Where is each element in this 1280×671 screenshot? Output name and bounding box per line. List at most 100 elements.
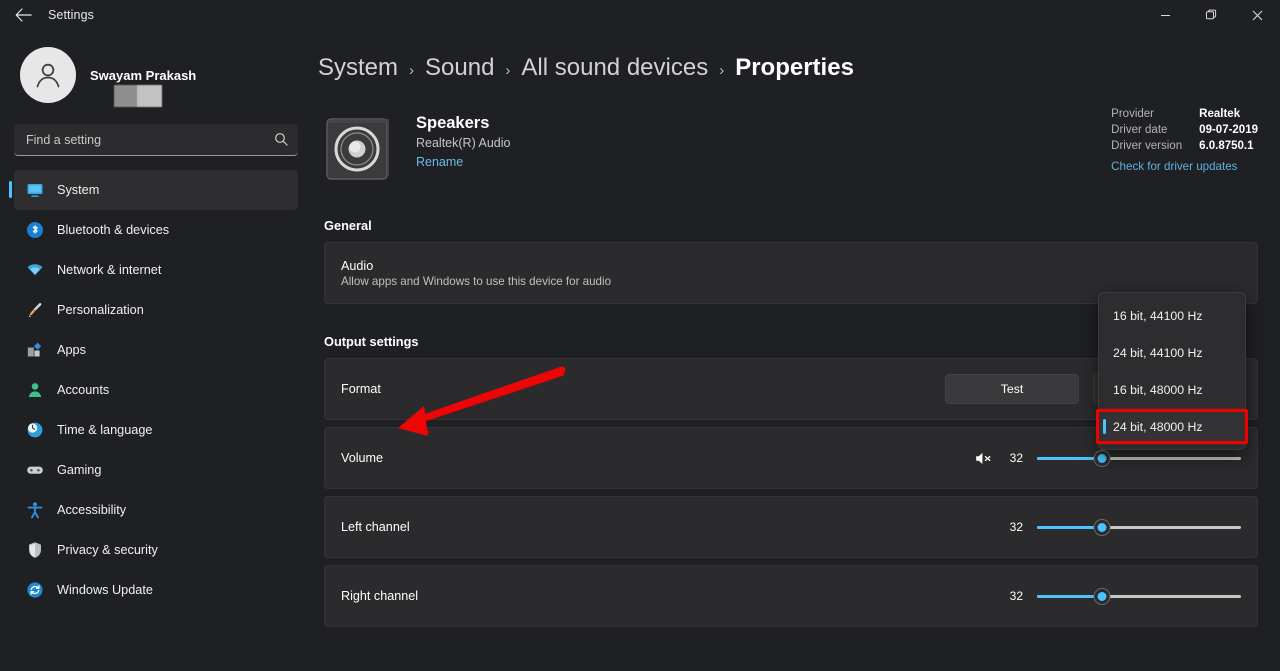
breadcrumb-item-all-sound-devices[interactable]: All sound devices xyxy=(521,54,708,82)
breadcrumb: System › Sound › All sound devices › Pro… xyxy=(318,30,1258,82)
general-section-heading: General xyxy=(324,218,372,233)
sidebar-item-apps[interactable]: Apps xyxy=(14,330,298,370)
sidebar-item-system[interactable]: System xyxy=(9,170,298,210)
format-option-3[interactable]: 24 bit, 48000 Hz xyxy=(1099,408,1245,445)
slider-thumb[interactable] xyxy=(1094,450,1110,466)
left-channel-value: 32 xyxy=(1009,520,1023,534)
system-monitor-icon xyxy=(25,181,44,200)
driver-provider-value: Realtek xyxy=(1199,108,1241,120)
slider-thumb[interactable] xyxy=(1094,588,1110,604)
left-channel-label: Left channel xyxy=(341,520,410,534)
driver-version-value: 6.0.8750.1 xyxy=(1199,140,1254,152)
device-subtitle: Realtek(R) Audio xyxy=(416,136,511,150)
window-title: Settings xyxy=(48,8,94,22)
slider-thumb[interactable] xyxy=(1094,519,1110,535)
sidebar-item-time-language[interactable]: Time & language xyxy=(14,410,298,450)
accessibility-person-icon xyxy=(25,501,44,520)
sidebar: Swayam Prakash Find a setting System Blu… xyxy=(0,30,312,671)
right-channel-value: 32 xyxy=(1009,589,1023,603)
search-container xyxy=(14,124,298,156)
check-driver-updates-link[interactable]: Check for driver updates xyxy=(1111,160,1258,173)
app-shell: Swayam Prakash Find a setting System Blu… xyxy=(0,30,1280,671)
slider-fill xyxy=(1037,525,1103,529)
sidebar-item-label: Privacy & security xyxy=(57,543,158,557)
breadcrumb-item-system[interactable]: System xyxy=(318,54,398,82)
sidebar-item-accounts[interactable]: Accounts xyxy=(14,370,298,410)
format-option-1[interactable]: 24 bit, 44100 Hz xyxy=(1099,334,1245,371)
sidebar-item-label: Apps xyxy=(57,343,86,357)
driver-version-label: Driver version xyxy=(1111,140,1183,152)
speaker-device-icon xyxy=(318,108,398,188)
driver-provider-row: Provider Realtek xyxy=(1111,108,1258,120)
right-channel-slider[interactable] xyxy=(1037,587,1241,605)
format-option-0[interactable]: 16 bit, 44100 Hz xyxy=(1099,297,1245,334)
left-channel-card: Left channel 32 xyxy=(324,496,1258,558)
left-channel-slider[interactable] xyxy=(1037,518,1241,536)
slider-fill xyxy=(1037,594,1103,598)
search-input[interactable] xyxy=(14,124,298,156)
volume-value: 32 xyxy=(1009,451,1023,465)
bluetooth-icon xyxy=(25,221,44,240)
driver-provider-label: Provider xyxy=(1111,108,1154,120)
search-icon[interactable] xyxy=(274,132,288,148)
device-header: Speakers Realtek(R) Audio Rename Provide… xyxy=(318,82,1258,188)
chevron-right-icon: › xyxy=(719,62,725,79)
sidebar-item-windows-update[interactable]: Windows Update xyxy=(14,570,298,610)
chevron-right-icon: › xyxy=(505,62,511,79)
shield-icon xyxy=(25,541,44,560)
title-bar: Settings xyxy=(0,0,1280,30)
right-channel-label: Right channel xyxy=(341,589,419,603)
account-person-icon xyxy=(25,381,44,400)
rename-link[interactable]: Rename xyxy=(416,155,511,169)
breadcrumb-item-properties: Properties xyxy=(735,54,854,81)
format-option-2[interactable]: 16 bit, 48000 Hz xyxy=(1099,371,1245,408)
format-label: Format xyxy=(341,382,381,396)
driver-date-label: Driver date xyxy=(1111,124,1168,136)
volume-slider[interactable] xyxy=(1037,449,1241,467)
sidebar-item-label: Personalization xyxy=(57,303,144,317)
close-button[interactable] xyxy=(1234,0,1280,30)
sidebar-item-label: Network & internet xyxy=(57,263,162,277)
back-arrow-icon[interactable] xyxy=(6,2,40,28)
apps-icon xyxy=(25,341,44,360)
redacted-email-badge xyxy=(114,84,162,107)
sidebar-item-label: Accessibility xyxy=(57,503,127,517)
window-controls xyxy=(1142,0,1280,30)
sidebar-item-personalization[interactable]: Personalization xyxy=(14,290,298,330)
sidebar-item-label: Bluetooth & devices xyxy=(57,223,170,237)
sidebar-item-network-internet[interactable]: Network & internet xyxy=(14,250,298,290)
sidebar-item-accessibility[interactable]: Accessibility xyxy=(14,490,298,530)
driver-info-panel: Provider Realtek Driver date 09-07-2019 … xyxy=(1111,108,1258,173)
sidebar-nav: System Bluetooth & devices Network & int… xyxy=(9,170,298,610)
sidebar-item-bluetooth-devices[interactable]: Bluetooth & devices xyxy=(14,210,298,250)
sidebar-item-label: Gaming xyxy=(57,463,102,477)
speaker-muted-icon[interactable] xyxy=(975,451,992,466)
volume-label: Volume xyxy=(341,451,384,465)
user-profile[interactable]: Swayam Prakash xyxy=(14,30,298,116)
test-button[interactable]: Test xyxy=(945,374,1079,404)
update-refresh-icon xyxy=(25,581,44,600)
user-avatar-icon xyxy=(20,47,76,103)
minimize-button[interactable] xyxy=(1142,0,1188,30)
driver-version-row: Driver version 6.0.8750.1 xyxy=(1111,140,1258,152)
sidebar-item-label: Windows Update xyxy=(57,583,153,597)
sidebar-item-privacy-security[interactable]: Privacy & security xyxy=(14,530,298,570)
driver-date-value: 09-07-2019 xyxy=(1199,124,1258,136)
user-name: Swayam Prakash xyxy=(90,67,197,83)
sidebar-item-label: Time & language xyxy=(57,423,153,437)
breadcrumb-item-sound[interactable]: Sound xyxy=(425,54,494,82)
gamepad-icon xyxy=(25,461,44,480)
maximize-button[interactable] xyxy=(1188,0,1234,30)
audio-card-title: Audio xyxy=(341,258,374,273)
sidebar-item-gaming[interactable]: Gaming xyxy=(14,450,298,490)
wifi-icon xyxy=(25,261,44,280)
sidebar-item-label: System xyxy=(57,183,100,197)
sidebar-item-label: Accounts xyxy=(57,383,110,397)
slider-fill xyxy=(1037,456,1103,460)
paintbrush-icon xyxy=(25,301,44,320)
right-channel-card: Right channel 32 xyxy=(324,565,1258,627)
clock-globe-icon xyxy=(25,421,44,440)
device-name: Speakers xyxy=(416,114,490,132)
driver-date-row: Driver date 09-07-2019 xyxy=(1111,124,1258,136)
format-dropdown-popup[interactable]: 16 bit, 44100 Hz 24 bit, 44100 Hz 16 bit… xyxy=(1098,292,1246,450)
